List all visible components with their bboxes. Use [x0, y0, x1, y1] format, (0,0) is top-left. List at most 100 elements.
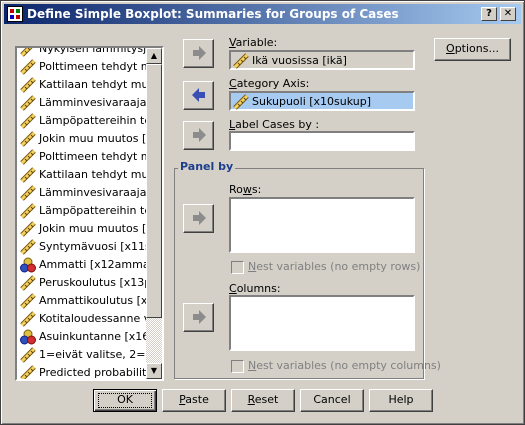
variable-list-item[interactable]: Nykyisen lämmitysjärj... — [19, 48, 150, 58]
nest-columns-checkbox[interactable]: Nest variables (no empty columns) — [231, 359, 441, 374]
ruler-scale-icon — [20, 275, 36, 291]
right-arrow-icon — [193, 46, 206, 60]
variable-label-text: Peruskoulutus [x13p... — [39, 276, 150, 289]
variable-label-text: Kotitaloudessanne v... — [39, 312, 150, 325]
ruler-scale-icon — [20, 347, 36, 363]
ruler-scale-icon — [20, 131, 36, 147]
ruler-scale-icon — [20, 48, 36, 57]
cancel-button[interactable]: Cancel — [300, 389, 364, 412]
reset-button[interactable]: Reset — [231, 389, 295, 412]
columns-label: Columns: — [229, 282, 281, 295]
variable-label-text: 1=eivät valitse, 2= va... — [39, 348, 150, 361]
variable-list-item[interactable]: Lämpöpattereihin teh... — [19, 202, 150, 220]
nest-rows-checkbox[interactable]: Nest variables (no empty rows) — [231, 260, 420, 275]
ruler-scale-icon — [20, 311, 36, 327]
category-axis-label: Category Axis: — [229, 77, 310, 90]
window-title: Define Simple Boxplot: Summaries for Gro… — [27, 7, 399, 21]
ruler-scale-icon — [20, 77, 36, 93]
variable-list-item[interactable]: Peruskoulutus [x13p... — [19, 274, 150, 292]
variable-list-item[interactable]: Syntymävuosi [x11s... — [19, 238, 150, 256]
nominal-icon — [20, 329, 36, 345]
scroll-up-icon: ▲ — [150, 51, 158, 60]
variable-value: Ikä vuosissa [ikä] — [252, 54, 347, 67]
ruler-scale-icon — [20, 149, 36, 165]
variable-field[interactable]: Ikä vuosissa [ikä] — [229, 50, 415, 70]
help-titlebar-button[interactable]: ? — [481, 7, 497, 21]
dialog-window: Define Simple Boxplot: Summaries for Gro… — [0, 0, 525, 425]
ruler-scale-icon — [20, 203, 36, 219]
variable-label-text: Polttimeen tehdyt muu... — [39, 60, 150, 73]
columns-listbox[interactable] — [229, 295, 415, 351]
variable-label-text: Jokin muu muutos [x... — [39, 132, 150, 145]
variable-label-text: Jokin muu muutos [b... — [39, 222, 150, 235]
scroll-down-icon: ▼ — [150, 366, 158, 375]
ruler-scale-icon — [20, 113, 36, 129]
panel-by-title: Panel by — [178, 160, 236, 173]
category-axis-value: Sukupuoli [x10sukup] — [252, 95, 372, 108]
variable-list-item[interactable]: Polttimeen tehdyt muu... — [19, 58, 150, 76]
left-arrow-icon — [192, 88, 205, 102]
variable-label-text: Lämminvesivaraajaa... — [39, 186, 150, 199]
spss-app-icon[interactable] — [7, 6, 23, 22]
variable-label-text: Predicted probability ... — [39, 366, 150, 379]
nest-columns-checkbox-box[interactable] — [231, 360, 244, 373]
close-window-button[interactable]: ✕ — [500, 7, 516, 21]
variable-list-item[interactable]: Lämpöpattereihin teh... — [19, 112, 150, 130]
ruler-scale-icon — [20, 95, 36, 111]
ok-button[interactable]: OK — [93, 389, 157, 412]
ruler-scale-icon — [20, 365, 36, 379]
variable-list-item[interactable]: Lämminvesivaraajaa... — [19, 94, 150, 112]
label-cases-label: Label Cases by : — [229, 118, 320, 131]
variable-label-text: Polttimeen tehdyt muu... — [39, 150, 150, 163]
move-to-columns-button[interactable] — [183, 303, 214, 332]
paste-button[interactable]: Paste — [162, 389, 226, 412]
title-bar[interactable]: Define Simple Boxplot: Summaries for Gro… — [4, 4, 521, 24]
variable-list-item[interactable]: Ammatti [x12ammat] — [19, 256, 150, 274]
move-to-rows-button[interactable] — [183, 204, 214, 233]
ruler-scale-icon — [20, 185, 36, 201]
ruler-scale-icon — [20, 239, 36, 255]
variable-list-item[interactable]: Lämminvesivaraajaa... — [19, 184, 150, 202]
variable-label-text: Nykyisen lämmitysjärj... — [39, 48, 150, 55]
category-axis-field[interactable]: Sukupuoli [x10sukup] — [229, 91, 415, 111]
ruler-scale-icon — [20, 167, 36, 183]
options-button[interactable]: Options... — [434, 38, 511, 61]
help-button[interactable]: Help — [369, 389, 433, 412]
variable-label-text: Kattilaan tehdyt muut... — [39, 168, 150, 181]
focus-rectangle — [98, 393, 152, 408]
variable-label-text: Kattilaan tehdyt muut... — [39, 78, 150, 91]
ruler-scale-icon — [20, 59, 36, 75]
scroll-down-button[interactable]: ▼ — [146, 363, 162, 379]
variable-list-item[interactable]: Asuinkuntanne [x16a... — [19, 328, 150, 346]
right-arrow-icon — [193, 310, 206, 324]
rows-listbox[interactable] — [229, 197, 415, 253]
nest-rows-checkbox-box[interactable] — [231, 261, 244, 274]
scroll-up-button[interactable]: ▲ — [146, 48, 162, 64]
nest-columns-label: Nest variables (no empty columns) — [248, 359, 441, 372]
variable-list-item[interactable]: Ammattikoulutus [x14... — [19, 292, 150, 310]
source-variable-list[interactable]: Nykyisen lämmitysjärj... Polttimeen tehdy… — [15, 46, 164, 381]
variable-list-item[interactable]: Jokin muu muutos [x... — [19, 130, 150, 148]
variable-list-items: Nykyisen lämmitysjärj... Polttimeen tehdy… — [17, 48, 150, 379]
variable-list-item[interactable]: Kattilaan tehdyt muut... — [19, 166, 150, 184]
variable-list-item[interactable]: Predicted probability ... — [19, 364, 150, 379]
rows-label: Rows: — [229, 183, 262, 196]
move-to-category-axis-button[interactable] — [183, 81, 214, 110]
ruler-scale-icon — [20, 221, 36, 237]
variable-label-text: Lämpöpattereihin teh... — [39, 114, 150, 127]
move-to-label-cases-button[interactable] — [183, 121, 214, 150]
variable-label-text: Asuinkuntanne [x16a... — [39, 330, 150, 343]
variable-list-scrollbar[interactable]: ▲ ▼ — [146, 48, 162, 379]
right-arrow-icon — [193, 211, 206, 225]
variable-list-item[interactable]: Jokin muu muutos [b... — [19, 220, 150, 238]
variable-label-text: Ammatti [x12ammat] — [39, 258, 150, 271]
scroll-thumb[interactable] — [146, 64, 162, 318]
variable-list-item[interactable]: Kotitaloudessanne v... — [19, 310, 150, 328]
move-to-variable-button[interactable] — [183, 39, 214, 68]
label-cases-field[interactable] — [229, 131, 415, 151]
variable-list-item[interactable]: 1=eivät valitse, 2= va... — [19, 346, 150, 364]
ruler-scale-icon — [233, 53, 249, 69]
variable-list-item[interactable]: Kattilaan tehdyt muut... — [19, 76, 150, 94]
variable-list-item[interactable]: Polttimeen tehdyt muu... — [19, 148, 150, 166]
variable-label: Variable: — [229, 36, 278, 49]
